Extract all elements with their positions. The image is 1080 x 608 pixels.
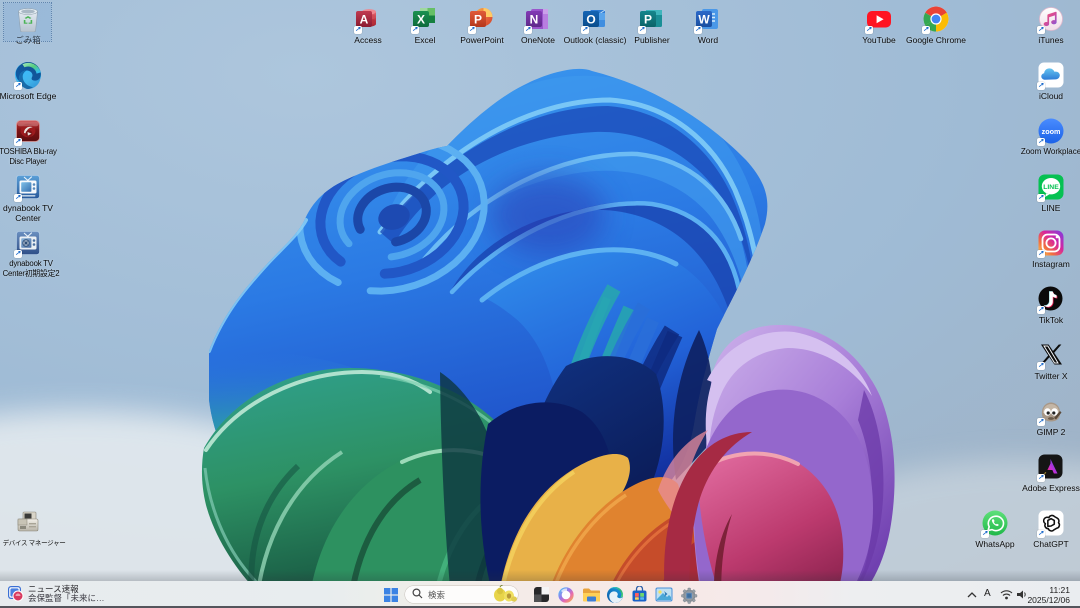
svg-text:zoom: zoom bbox=[1042, 127, 1061, 136]
svg-text:W: W bbox=[698, 13, 710, 27]
svg-text:X: X bbox=[417, 13, 425, 27]
svg-text:P: P bbox=[474, 13, 482, 27]
svg-text:A: A bbox=[360, 13, 369, 27]
svg-text:O: O bbox=[586, 13, 595, 27]
svg-text:LINE: LINE bbox=[1043, 184, 1059, 191]
svg-text:P: P bbox=[644, 13, 652, 27]
svg-text:N: N bbox=[530, 13, 539, 27]
